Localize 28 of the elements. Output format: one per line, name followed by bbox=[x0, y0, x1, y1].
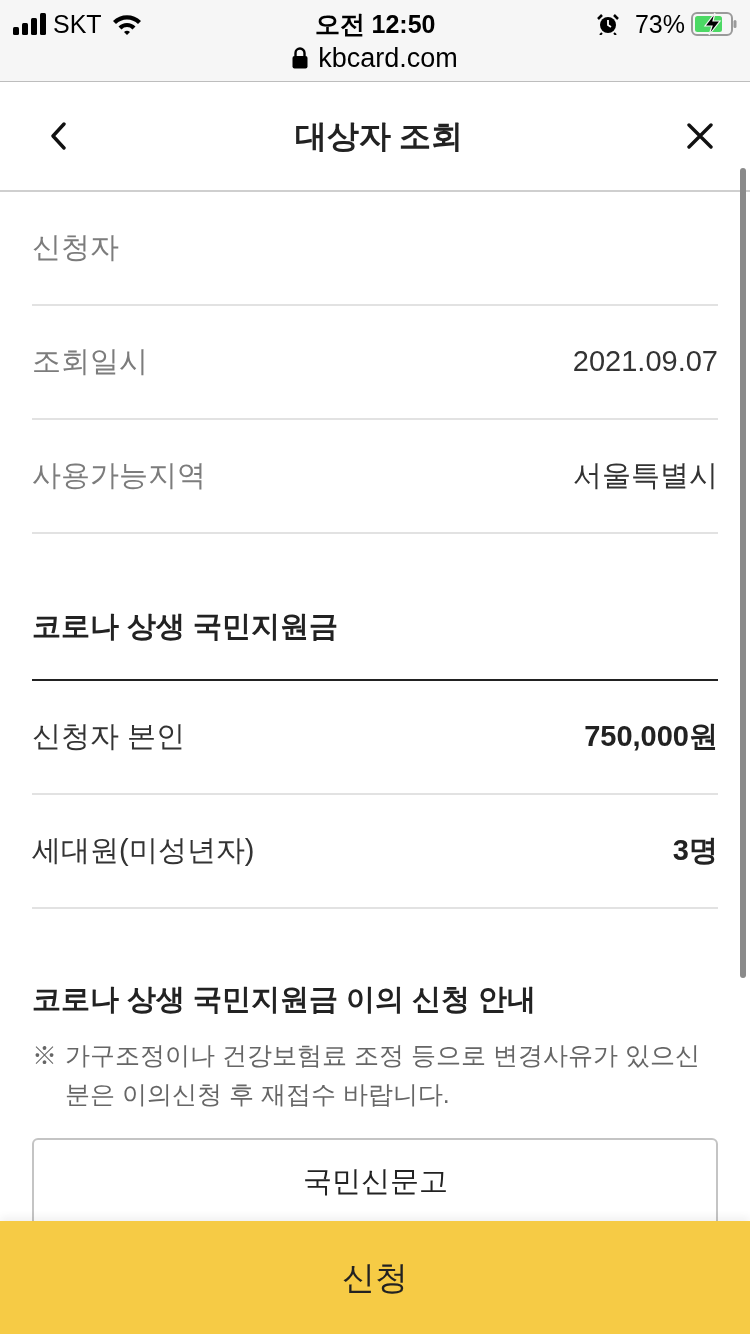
signal-icon bbox=[13, 13, 47, 35]
lock-icon bbox=[292, 47, 309, 69]
row-value: 750,000원 bbox=[584, 719, 718, 755]
section-title: 코로나 상생 국민지원금 이의 신청 안내 bbox=[32, 982, 538, 1016]
battery-percentage: 73% bbox=[634, 11, 685, 37]
close-icon bbox=[687, 123, 713, 149]
back-chevron-icon bbox=[50, 122, 66, 150]
reference-mark: ※ bbox=[32, 1040, 57, 1071]
wifi-icon bbox=[111, 13, 142, 35]
row-value: 3명 bbox=[672, 833, 718, 869]
carrier-name: SKT bbox=[53, 11, 102, 37]
row-label: 사용가능지역 bbox=[32, 458, 206, 494]
row-value: 서울특별시 bbox=[573, 458, 718, 494]
notice-text: 가구조정이나 건강보험료 조정 등으로 변경사유가 있으신 분은 이의신청 후 재접수 바랍니다. bbox=[65, 1040, 701, 1110]
national-petition-button[interactable]: 국민신문고 bbox=[32, 1138, 718, 1221]
row-label: 신청자 본인 bbox=[32, 719, 186, 755]
page-title: 대상자 조회 bbox=[294, 120, 464, 152]
row-label: 신청자 bbox=[32, 230, 119, 266]
close-button[interactable] bbox=[686, 122, 714, 150]
row-value: 2021.09.07 bbox=[572, 344, 718, 380]
page-url[interactable]: kbcard.com bbox=[318, 44, 458, 72]
charging-battery-icon bbox=[691, 12, 737, 36]
row-label: 세대원(미성년자) bbox=[32, 833, 255, 869]
apply-button[interactable]: 신청 bbox=[0, 1221, 750, 1334]
row-label: 조회일시 bbox=[32, 344, 148, 380]
section-title: 코로나 상생 국민지원금 bbox=[32, 612, 339, 641]
alarm-clock-icon bbox=[596, 13, 619, 35]
clock-time: 오전 12:50 bbox=[314, 11, 436, 37]
